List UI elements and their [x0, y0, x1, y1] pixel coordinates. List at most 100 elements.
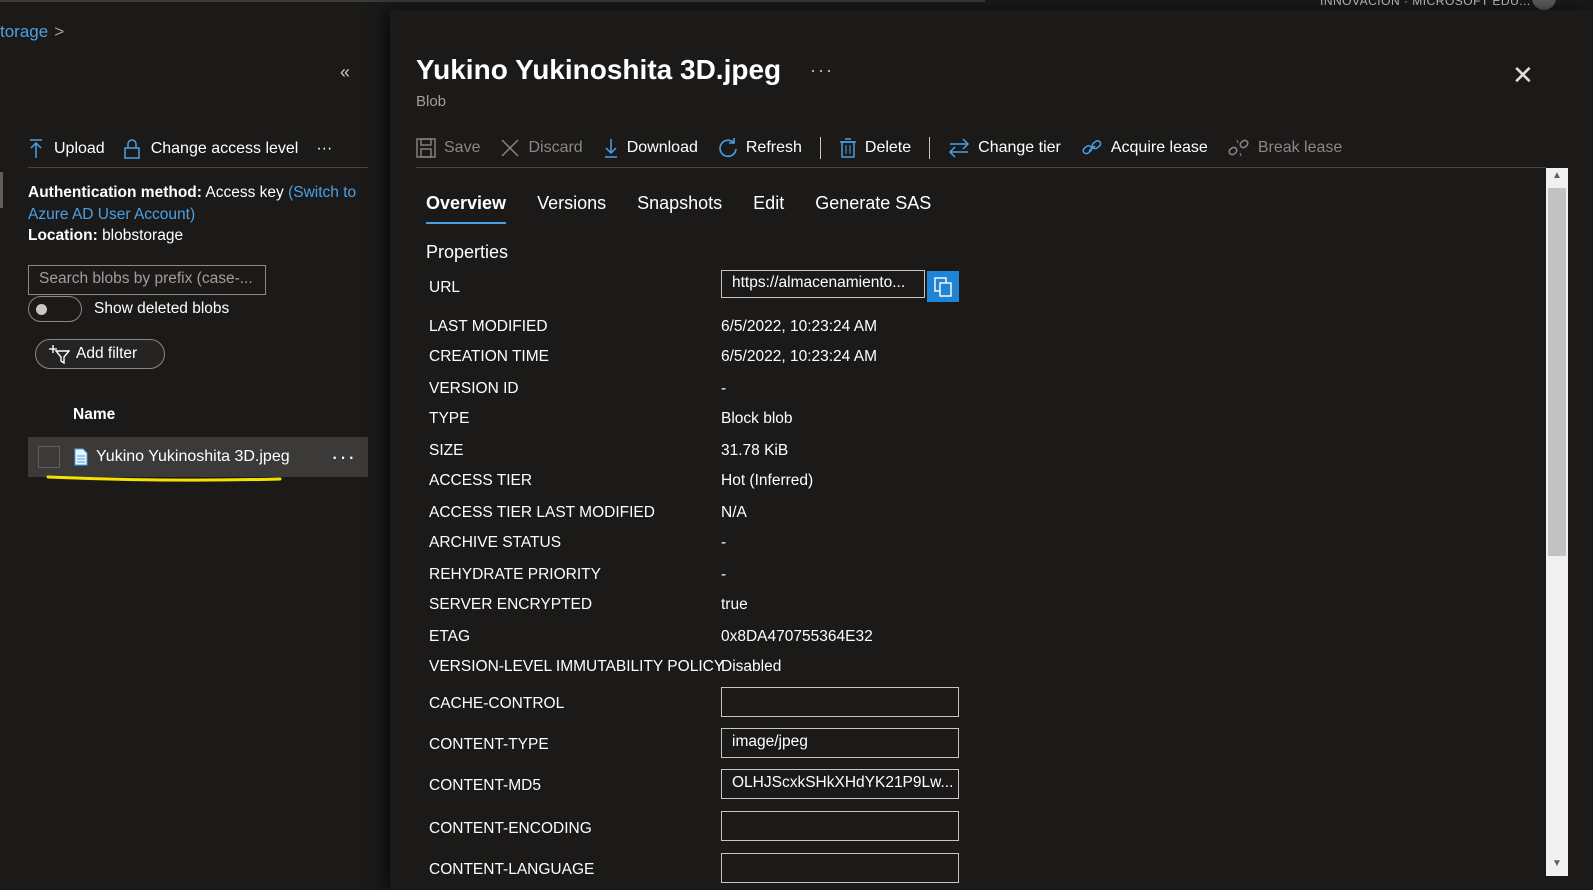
prop-label: SIZE	[429, 442, 464, 459]
prop-value: Hot (Inferred)	[721, 472, 814, 489]
toggle-knob	[36, 304, 47, 315]
top-bar: INNOVACION · MICROSOFT EDU...	[0, 0, 1593, 10]
delete-button[interactable]: Delete	[839, 137, 912, 158]
avatar[interactable]	[1532, 0, 1556, 10]
breadcrumb-item[interactable]: torage	[0, 22, 48, 41]
prop-label: ETAG	[429, 628, 471, 645]
prop-label: TYPE	[429, 410, 470, 427]
collapse-pane-icon[interactable]: «	[340, 62, 350, 83]
prop-value: 6/5/2022, 10:23:24 AM	[721, 348, 877, 365]
scrollbar-thumb[interactable]	[1548, 188, 1566, 556]
more-actions-button[interactable]: ···	[316, 140, 332, 158]
prop-label: LAST MODIFIED	[429, 318, 548, 335]
scroll-up-icon[interactable]: ▲	[1546, 170, 1568, 186]
prop-value: 0x8DA470755364E32	[721, 628, 873, 645]
tab-versions[interactable]: Versions	[537, 193, 606, 224]
more-icon: ···	[316, 139, 333, 157]
prop-value: -	[721, 380, 727, 397]
content-language-label: CONTENT-LANGUAGE	[429, 861, 595, 878]
show-deleted-toggle[interactable]	[28, 296, 82, 322]
prop-label: SERVER ENCRYPTED	[429, 596, 593, 613]
prop-label: VERSION-LEVEL IMMUTABILITY POLICY	[429, 658, 725, 675]
breadcrumb[interactable]: torage >	[0, 22, 64, 42]
url-label: URL	[429, 279, 461, 296]
content-encoding-label: CONTENT-ENCODING	[429, 820, 592, 837]
prop-value: Disabled	[721, 658, 782, 675]
link-icon	[1082, 139, 1102, 154]
save-label: Save	[444, 138, 481, 156]
tab-generate-sas[interactable]: Generate SAS	[815, 193, 931, 224]
upload-label: Upload	[54, 139, 105, 157]
acquire-lease-label: Acquire lease	[1110, 138, 1208, 156]
close-icon[interactable]: ✕	[1512, 60, 1534, 91]
broken-link-icon	[1228, 139, 1249, 156]
download-icon	[604, 138, 617, 158]
save-button[interactable]: Save	[416, 137, 481, 158]
add-filter-button[interactable]: Add filter	[35, 339, 165, 369]
prop-label: ACCESS TIER LAST MODIFIED	[429, 504, 655, 521]
search-input[interactable]: Search blobs by prefix (case-...	[28, 265, 266, 295]
acquire-lease-button[interactable]: Acquire lease	[1081, 138, 1208, 158]
download-label: Download	[626, 138, 698, 156]
copy-to-clipboard-button[interactable]	[927, 271, 959, 302]
lock-icon	[123, 138, 140, 159]
break-lease-button[interactable]: Break lease	[1228, 138, 1343, 158]
file-icon	[74, 448, 88, 466]
content-md5-field[interactable]: OLHJScxkSHkXHdYK21P9Lw...	[721, 769, 959, 799]
cache-control-field[interactable]	[721, 687, 959, 717]
auth-method-value: Access key	[205, 184, 284, 201]
tenant-label: INNOVACION · MICROSOFT EDU...	[1320, 0, 1531, 8]
add-filter-icon	[49, 345, 70, 364]
change-tier-button[interactable]: Change tier	[948, 137, 1061, 158]
change-access-level-button[interactable]: Change access level	[123, 138, 298, 159]
add-filter-label: Add filter	[76, 345, 138, 362]
show-deleted-label: Show deleted blobs	[94, 300, 230, 317]
prop-value: 6/5/2022, 10:23:24 AM	[721, 318, 877, 335]
content-type-field[interactable]: image/jpeg	[721, 728, 959, 758]
prop-label: ARCHIVE STATUS	[429, 534, 562, 551]
row-checkbox[interactable]	[38, 446, 60, 468]
discard-label: Discard	[528, 138, 583, 156]
location-label: Location:	[28, 227, 98, 244]
discard-icon	[501, 138, 519, 157]
prop-label: REHYDRATE PRIORITY	[429, 566, 601, 583]
prop-value: 31.78 KiB	[721, 442, 789, 459]
prop-value: -	[721, 534, 727, 551]
name-column-header[interactable]: Name	[73, 406, 115, 424]
break-lease-label: Break lease	[1257, 138, 1343, 156]
prop-label: VERSION ID	[429, 380, 519, 397]
tab-snapshots[interactable]: Snapshots	[637, 193, 722, 224]
prop-value: N/A	[721, 504, 747, 521]
title-more-icon[interactable]: ···	[810, 60, 834, 81]
tab-bar: Overview Versions Snapshots Edit Generat…	[426, 193, 962, 224]
refresh-label: Refresh	[745, 138, 802, 156]
scroll-down-icon[interactable]: ▼	[1546, 858, 1568, 874]
page-subtitle: Blob	[416, 93, 447, 110]
prop-value: Block blob	[721, 410, 793, 427]
row-more-icon[interactable]: ···	[331, 446, 356, 468]
prop-label: ACCESS TIER	[429, 472, 533, 489]
auth-info: Authentication method: Access key (Switc…	[28, 182, 373, 247]
content-language-field[interactable]	[721, 853, 959, 883]
page-title: Yukino Yukinoshita 3D.jpeg	[416, 54, 782, 85]
upload-button[interactable]: Upload	[28, 138, 105, 159]
pane-edge	[0, 172, 3, 208]
refresh-button[interactable]: Refresh	[718, 137, 802, 158]
delete-label: Delete	[864, 138, 912, 156]
highlight-underline	[46, 475, 282, 482]
discard-button[interactable]: Discard	[500, 138, 583, 158]
toolbar-divider	[819, 136, 821, 159]
table-row[interactable]: Yukino Yukinoshita 3D.jpeg ···	[28, 437, 368, 477]
tab-edit[interactable]: Edit	[753, 193, 784, 224]
url-field[interactable]: https://almacenamiento...	[721, 270, 925, 298]
file-name[interactable]: Yukino Yukinoshita 3D.jpeg	[96, 448, 331, 466]
tab-overview[interactable]: Overview	[426, 193, 507, 224]
scrollbar[interactable]: ▲ ▼	[1546, 168, 1568, 876]
download-button[interactable]: Download	[603, 138, 698, 158]
auth-method-label: Authentication method:	[28, 184, 202, 201]
trash-icon	[839, 137, 856, 158]
top-bar-divider	[0, 0, 985, 2]
content-encoding-field[interactable]	[721, 811, 959, 841]
content-type-label: CONTENT-TYPE	[429, 736, 549, 753]
properties-heading: Properties	[426, 242, 509, 262]
